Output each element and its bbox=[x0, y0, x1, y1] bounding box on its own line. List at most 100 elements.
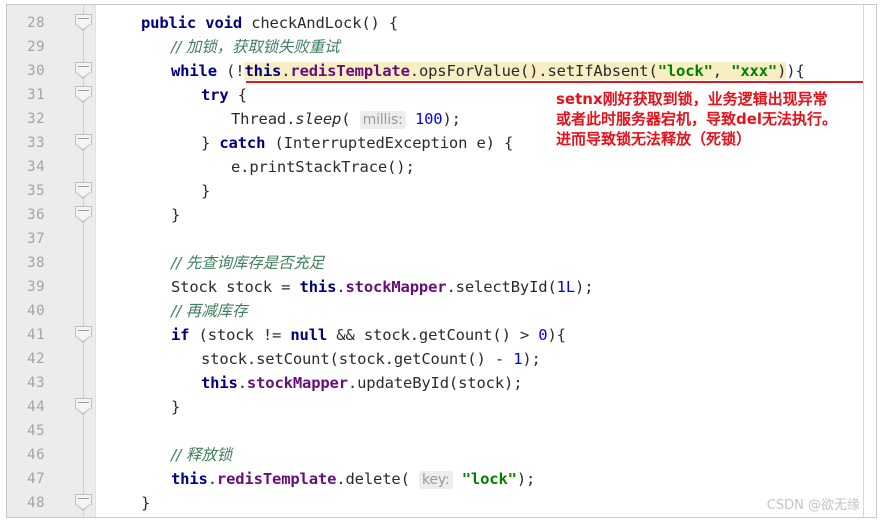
code-token: .selectById( bbox=[446, 278, 557, 296]
gutter-line[interactable]: 31 bbox=[7, 83, 95, 107]
gutter-line[interactable]: 28 bbox=[7, 11, 95, 35]
editor-gutter[interactable]: 28 29 30 31 32 33 34 35 36 37 38 39 40 41 42 43 44 45 46 47… bbox=[7, 5, 96, 517]
code-token: ); bbox=[442, 110, 461, 128]
line-number: 46 bbox=[27, 447, 45, 463]
collapse-minus-icon[interactable] bbox=[75, 86, 92, 104]
code-line[interactable]: stock.setCount(stock.getCount() - 1); bbox=[201, 347, 541, 371]
gutter-line[interactable]: 43 bbox=[7, 371, 95, 395]
line-number: 38 bbox=[27, 255, 45, 271]
code-token: redisTemplate bbox=[216, 470, 337, 488]
code-token: } bbox=[201, 134, 220, 152]
code-line[interactable]: this.stockMapper.updateById(stock); bbox=[201, 371, 523, 395]
code-token: .opsForValue().setIfAbsent( bbox=[409, 62, 658, 80]
line-number: 29 bbox=[27, 39, 45, 55]
code-token: "lock" bbox=[657, 62, 713, 80]
code-content-area[interactable]: setnx刚好获取到锁，业务逻辑出现异常 或者此时服务器宕机，导致del无法执行。… bbox=[96, 5, 876, 517]
code-token: ); bbox=[522, 350, 541, 368]
code-token: stockMapper bbox=[246, 374, 348, 392]
gutter-line[interactable]: 32 bbox=[7, 107, 95, 131]
code-token: ){ bbox=[786, 62, 805, 80]
collapse-minus-icon[interactable] bbox=[75, 398, 92, 416]
line-number: 36 bbox=[27, 207, 45, 223]
collapse-minus-icon[interactable] bbox=[75, 134, 92, 152]
collapse-minus-icon[interactable] bbox=[75, 494, 92, 512]
code-token: // 先查询库存是否充足 bbox=[171, 254, 325, 272]
gutter-line[interactable]: 29 bbox=[7, 35, 95, 59]
collapse-minus-icon[interactable] bbox=[75, 14, 92, 32]
code-token: e.printStackTrace(); bbox=[231, 158, 415, 176]
collapse-minus-icon[interactable] bbox=[75, 62, 92, 80]
code-line[interactable]: // 加锁，获取锁失败重试 bbox=[171, 35, 340, 59]
gutter-line[interactable]: 46 bbox=[7, 443, 95, 467]
code-line[interactable]: try { bbox=[201, 83, 247, 107]
code-token: . bbox=[237, 374, 247, 392]
code-token: redisTemplate bbox=[290, 62, 410, 80]
line-number: 37 bbox=[27, 231, 45, 247]
collapse-minus-icon[interactable] bbox=[75, 206, 92, 224]
annotation-line: 进而导致锁无法释放（死锁） bbox=[556, 130, 752, 148]
code-token: Thread. bbox=[231, 110, 296, 128]
code-token: "xxx" bbox=[731, 62, 778, 80]
code-token: ) bbox=[777, 62, 787, 80]
gutter-line[interactable]: 30 bbox=[7, 59, 95, 83]
code-line[interactable]: e.printStackTrace(); bbox=[231, 155, 415, 179]
code-token: 1L bbox=[556, 278, 576, 296]
code-line[interactable]: // 释放锁 bbox=[171, 443, 232, 467]
code-line[interactable]: // 先查询库存是否充足 bbox=[171, 251, 324, 275]
line-number: 32 bbox=[27, 111, 45, 127]
code-editor-window[interactable]: 28 29 30 31 32 33 34 35 36 37 38 39 40 41 42 43 44 45 46 47… bbox=[6, 4, 877, 518]
code-token: (InterruptedException e) { bbox=[265, 134, 514, 152]
gutter-line[interactable]: 47 bbox=[7, 467, 95, 491]
code-token: ); bbox=[575, 278, 594, 296]
gutter-line[interactable]: 36 bbox=[7, 203, 95, 227]
red-annotation-note: setnx刚好获取到锁，业务逻辑出现异常 或者此时服务器宕机，导致del无法执行。… bbox=[556, 89, 837, 149]
code-token: "lock" bbox=[461, 470, 517, 488]
code-token: ); bbox=[516, 470, 536, 488]
line-number: 42 bbox=[27, 351, 45, 367]
line-number: 47 bbox=[27, 471, 45, 487]
gutter-line[interactable]: 48 bbox=[7, 491, 95, 515]
code-token: this bbox=[244, 62, 282, 80]
gutter-line[interactable]: 39 bbox=[7, 275, 95, 299]
gutter-line[interactable]: 44 bbox=[7, 395, 95, 419]
gutter-line[interactable]: 33 bbox=[7, 131, 95, 155]
code-token: void bbox=[205, 14, 243, 32]
gutter-line[interactable]: 41 bbox=[7, 323, 95, 347]
code-line[interactable]: while (!this.redisTemplate.opsForValue()… bbox=[171, 59, 805, 83]
code-line[interactable]: } bbox=[141, 491, 150, 515]
code-line[interactable]: // 再减库存 bbox=[171, 299, 247, 323]
csdn-watermark: CSDN @欲无缘 bbox=[766, 498, 860, 513]
code-line[interactable]: if (stock != null && stock.getCount() > … bbox=[171, 323, 566, 347]
code-token: millis: bbox=[359, 111, 406, 129]
code-token: this bbox=[201, 374, 238, 392]
gutter-line[interactable]: 34 bbox=[7, 155, 95, 179]
code-token: (stock != bbox=[189, 326, 291, 344]
code-line[interactable]: Thread.sleep( millis: 100); bbox=[231, 107, 461, 131]
code-token: key: bbox=[418, 471, 453, 489]
code-line[interactable]: public void checkAndLock() { bbox=[141, 11, 398, 35]
code-token: stockMapper bbox=[345, 278, 447, 296]
code-token: if bbox=[171, 326, 190, 344]
line-number: 28 bbox=[27, 15, 45, 31]
line-number: 35 bbox=[27, 183, 45, 199]
gutter-line[interactable]: 40 bbox=[7, 299, 95, 323]
gutter-line[interactable]: 38 bbox=[7, 251, 95, 275]
code-line[interactable]: this.redisTemplate.delete( key: "lock"); bbox=[171, 467, 535, 491]
code-line[interactable]: } bbox=[201, 179, 210, 203]
line-number: 48 bbox=[27, 495, 45, 511]
gutter-line[interactable]: 42 bbox=[7, 347, 95, 371]
collapse-minus-icon[interactable] bbox=[75, 326, 92, 344]
gutter-line[interactable]: 35 bbox=[7, 179, 95, 203]
code-line[interactable]: } catch (InterruptedException e) { bbox=[201, 131, 513, 155]
code-token: . bbox=[281, 62, 291, 80]
code-line[interactable]: } bbox=[171, 395, 180, 419]
code-token: 100 bbox=[414, 110, 443, 128]
code-token: Stock stock = bbox=[171, 278, 300, 296]
code-line[interactable]: } bbox=[171, 203, 180, 227]
code-line[interactable]: Stock stock = this.stockMapper.selectByI… bbox=[171, 275, 594, 299]
collapse-minus-icon[interactable] bbox=[75, 182, 92, 200]
gutter-line[interactable]: 37 bbox=[7, 227, 95, 251]
gutter-line[interactable]: 45 bbox=[7, 419, 95, 443]
